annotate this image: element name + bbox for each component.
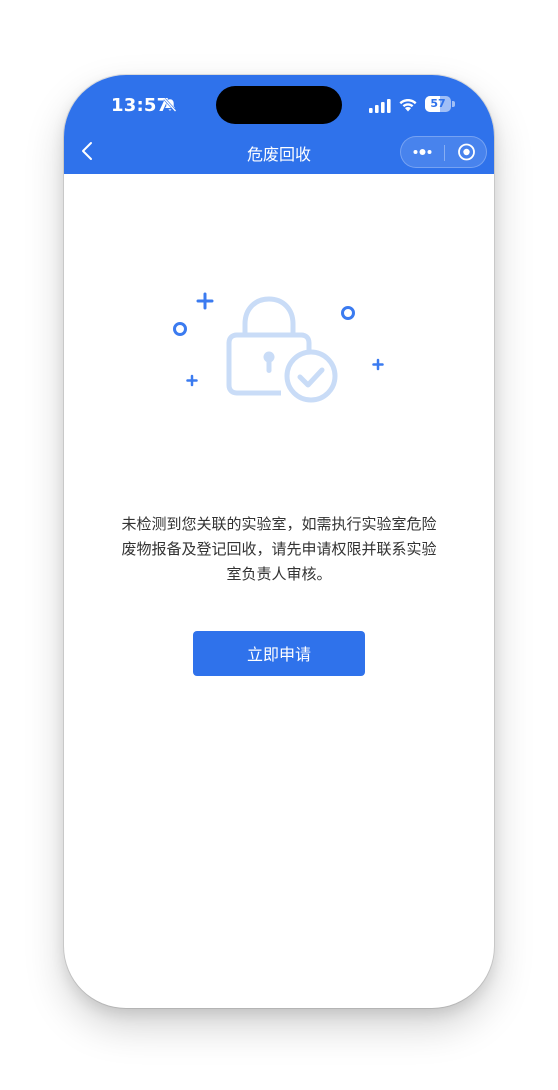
more-dots-icon[interactable] bbox=[401, 137, 444, 167]
empty-state-message: 未检测到您关联的实验室，如需执行实验室危险废物报备及登记回收，请先申请权限并联系… bbox=[121, 515, 437, 583]
battery-body: 57 bbox=[425, 96, 451, 112]
status-time: 13:57 bbox=[111, 95, 170, 116]
target-close-icon[interactable] bbox=[445, 137, 488, 167]
battery-cap bbox=[452, 101, 455, 107]
dynamic-island bbox=[216, 86, 342, 124]
mini-program-capsule bbox=[400, 136, 487, 168]
bell-slash-icon bbox=[163, 98, 177, 112]
top-bar: 13:57 57 危废回收 bbox=[64, 75, 494, 174]
phone-frame: 13:57 57 危废回收 未检测到您关联的实验室，如需执行实验室危险废物报备及… bbox=[64, 75, 494, 1008]
sparkle-decoration bbox=[173, 292, 384, 387]
screen: 13:57 57 危废回收 未检测到您关联的实验室，如需执行实验室危险废物报备及… bbox=[0, 0, 558, 1090]
battery-level: 57 bbox=[430, 97, 446, 110]
battery-icon: 57 bbox=[425, 96, 455, 112]
lock-check-icon bbox=[173, 292, 384, 403]
apply-now-button[interactable]: 立即申请 bbox=[193, 631, 365, 676]
signal-icon bbox=[369, 99, 391, 113]
wifi-icon bbox=[399, 99, 417, 112]
